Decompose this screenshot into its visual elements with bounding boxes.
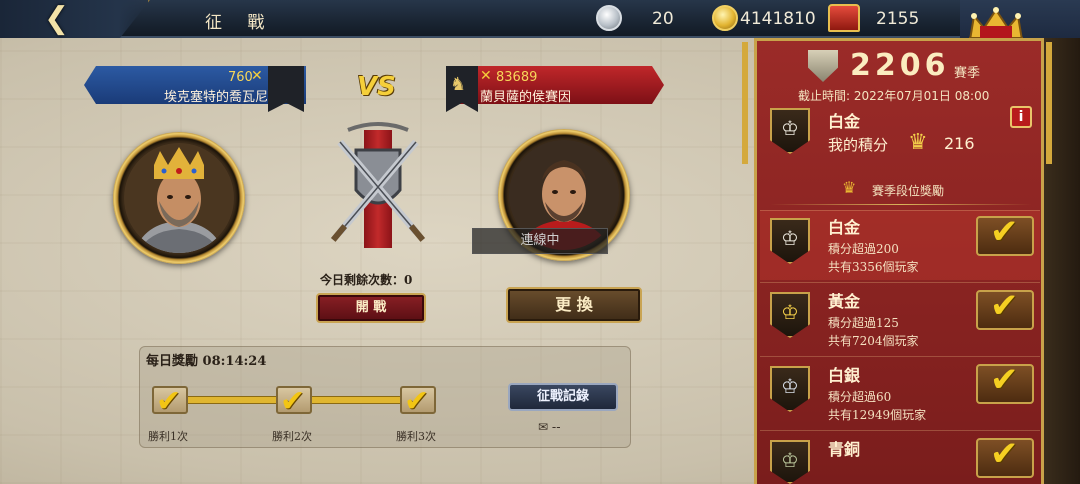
season-score: 2206 [850, 48, 950, 83]
trophy-icon: ♔ [781, 374, 799, 398]
crossed-swords-emblem-icon [330, 122, 426, 242]
vs-label: VS [357, 72, 396, 102]
check-icon: ✔ [404, 384, 430, 419]
tier-name: 白銀 [828, 366, 861, 385]
start-battle-button[interactable]: 開 戰 [316, 293, 426, 323]
check-icon: ✔ [990, 434, 1019, 474]
tier-player-count: 共有12949個玩家 [828, 408, 927, 422]
check-icon: ✔ [280, 384, 306, 419]
crossed-swords-icon: ✕ [251, 68, 263, 84]
tier-player-count: 共有7204個玩家 [828, 334, 919, 348]
silver-count: 20 [652, 9, 674, 29]
record-value: ✉ -- [538, 420, 561, 434]
tier-name: 黃金 [828, 292, 861, 311]
right-player-name: 蘭貝薩的侯賽因 [480, 90, 572, 105]
left-player-name: 埃克塞特的喬瓦尼 [164, 90, 269, 105]
trophy-icon: ♔ [781, 300, 799, 324]
laurel-trophy-icon: ♛ [908, 130, 928, 155]
tier-name: 白金 [828, 218, 861, 237]
page-title: 征 戰 [205, 13, 275, 33]
crown-count: 2155 [876, 9, 920, 29]
silver-coin-icon [596, 5, 622, 31]
back-arrow-icon[interactable]: ❮ [44, 4, 69, 34]
left-player-portrait[interactable] [113, 132, 245, 264]
season-deadline: 截止時間: 2022年07月01日 08:00 [798, 89, 990, 103]
win-step-label: 勝利1次 [148, 430, 188, 443]
small-crown-icon: ♛ [842, 178, 857, 197]
trophy-icon: ♔ [781, 226, 799, 250]
win-step-label: 勝利2次 [272, 430, 312, 443]
season-label: 賽季 [954, 66, 981, 81]
tier-requirement: 積分超過125 [828, 316, 899, 330]
current-tier: 白金 [828, 112, 861, 131]
tassel-right [1046, 42, 1052, 164]
info-button[interactable]: i [1010, 106, 1032, 128]
tier-requirement: 積分超過60 [828, 390, 892, 404]
daily-reward-title: 每日獎勵 08:14:24 [146, 354, 267, 369]
win-step-label: 勝利3次 [396, 430, 436, 443]
season-rewards-header: 賽季段位獎勵 [872, 184, 945, 198]
king-avatar [124, 143, 234, 253]
my-score-label: 我的積分 [828, 136, 889, 154]
check-icon: ✔ [156, 384, 182, 419]
elephant-icon: ♞ [450, 74, 467, 95]
check-icon: ✔ [990, 286, 1019, 326]
my-score-value: 216 [944, 134, 975, 153]
tier-player-count: 共有3356個玩家 [828, 260, 919, 274]
crossed-swords-icon: ✕ [480, 68, 492, 84]
check-icon: ✔ [990, 360, 1019, 400]
remaining-attempts: 今日剩餘次數：0 [320, 273, 413, 287]
scroll-icon: ✉ [538, 420, 549, 434]
trophy-icon: ♔ [781, 116, 799, 140]
right-player-power: 83689 [496, 70, 538, 85]
connecting-status: 連線中 [472, 228, 608, 254]
left-banner-tab [268, 66, 304, 112]
tier-requirement: 積分超過200 [828, 242, 899, 256]
change-opponent-button[interactable]: 更 換 [506, 287, 642, 323]
tier-name: 青銅 [828, 440, 861, 459]
divider [770, 204, 1032, 205]
gold-coin-icon [712, 5, 738, 31]
gold-count: 4141810 [740, 9, 816, 29]
check-icon: ✔ [990, 212, 1019, 252]
record-value-text: -- [551, 420, 561, 434]
battle-record-button[interactable]: 征戰記錄 [508, 383, 618, 411]
crown-resource-icon [828, 4, 860, 32]
left-player-power: 760 [228, 70, 253, 85]
trophy-icon: ♔ [781, 448, 799, 472]
tassel-left [742, 42, 748, 164]
